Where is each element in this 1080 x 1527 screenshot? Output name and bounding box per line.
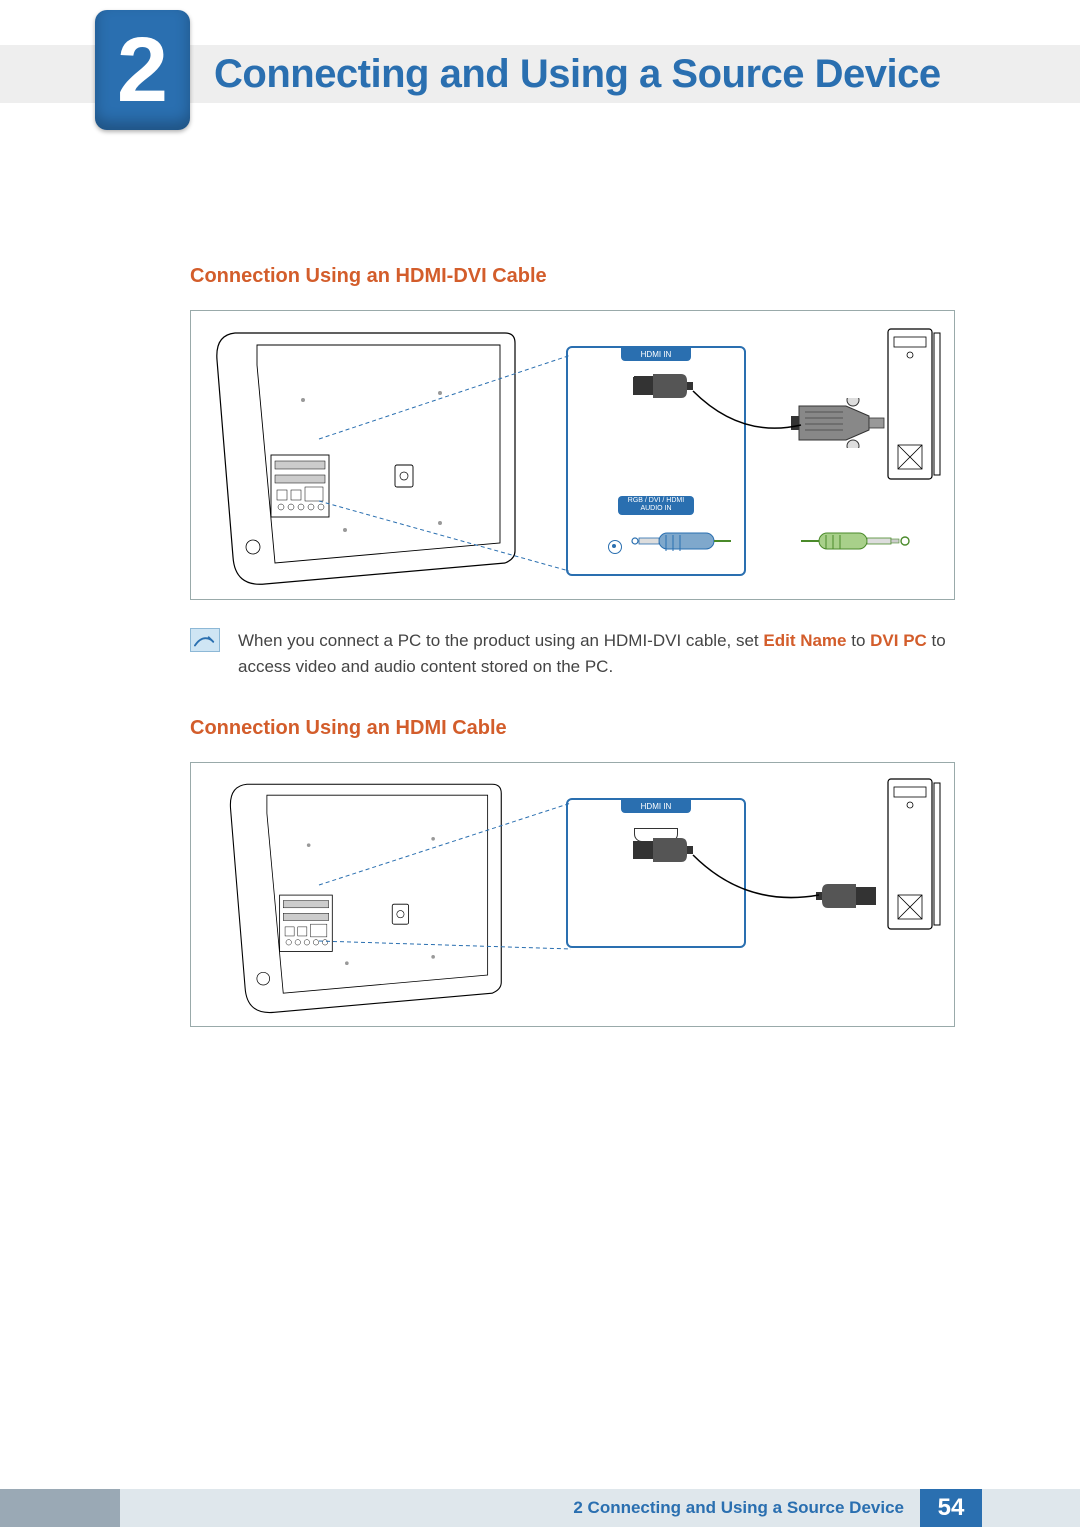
monitor-rear-illustration (205, 325, 525, 587)
chapter-title: Connecting and Using a Source Device (214, 52, 941, 97)
diagram-hdmi-dvi: HDMI IN RGB / DVI / HDMI AUDIO IN (190, 310, 955, 600)
port-label-rgb-dvi-audio: RGB / DVI / HDMI AUDIO IN (618, 496, 694, 515)
section-heading-hdmi-dvi: Connection Using an HDMI-DVI Cable (190, 265, 975, 288)
chapter-badge: 2 (95, 10, 190, 130)
chapter-header: 2 Connecting and Using a Source Device (0, 45, 1080, 103)
page-footer: 2 Connecting and Using a Source Device 5… (0, 1489, 1080, 1527)
footer-page-number: 54 (920, 1489, 982, 1527)
chapter-number: 2 (117, 24, 168, 116)
note-em-dvipc: DVI PC (870, 631, 927, 650)
audio-plug-right-icon (801, 532, 911, 550)
monitor-rear-illustration-2 (205, 777, 525, 1015)
footer-end (982, 1489, 1080, 1527)
hdmi-plug-icon (631, 371, 693, 401)
section-heading-hdmi: Connection Using an HDMI Cable (190, 717, 975, 740)
note-icon (190, 628, 220, 652)
hdmi-plug-left-icon (631, 835, 693, 865)
note-text: When you connect a PC to the product usi… (238, 628, 975, 681)
pc-tower-icon-2 (884, 775, 944, 935)
footer-accent (0, 1489, 120, 1527)
note-em-editname: Edit Name (763, 631, 846, 650)
note-block: When you connect a PC to the product usi… (190, 628, 975, 681)
note-prefix: When you connect a PC to the product usi… (238, 631, 763, 650)
diagram-hdmi: HDMI IN (190, 762, 955, 1027)
page-content: Connection Using an HDMI-DVI Cable (190, 265, 975, 1055)
port-label-hdmi-in: HDMI IN (621, 348, 691, 361)
note-mid: to (847, 631, 871, 650)
port-label-hdmi-in-2: HDMI IN (621, 800, 691, 813)
pc-tower-icon (884, 325, 944, 485)
audio-jack-icon (608, 540, 622, 554)
audio-plug-left-icon (631, 529, 731, 553)
footer-breadcrumb: 2 Connecting and Using a Source Device (120, 1489, 920, 1527)
